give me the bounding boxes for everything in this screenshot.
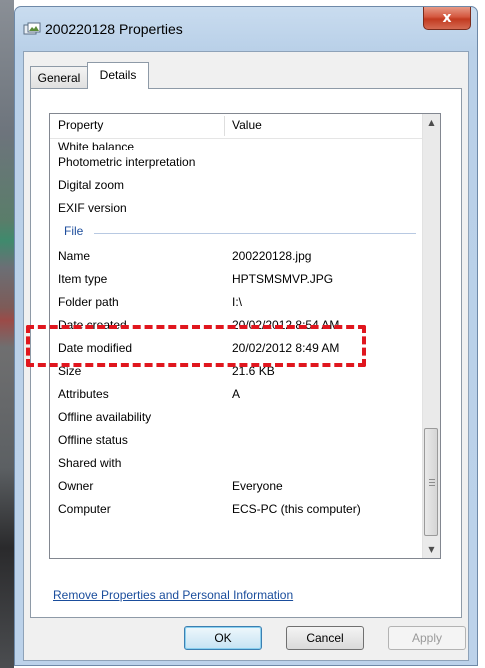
dialog-client: General Details Property Value White bal… [23, 51, 469, 661]
property-name: Size [58, 364, 82, 378]
list-item[interactable]: Offline availability [50, 406, 424, 429]
property-name: Name [58, 249, 91, 263]
details-tab-page: Property Value White balance Photometric… [30, 88, 462, 618]
close-button[interactable]: x [423, 7, 471, 30]
scroll-down-arrow-icon[interactable]: ▼ [423, 541, 440, 558]
list-item[interactable]: Item type HPTSMSMVP.JPG [50, 268, 424, 291]
tab-details[interactable]: Details [87, 62, 149, 89]
header-value[interactable]: Value [232, 118, 262, 132]
property-name: White balance [58, 140, 135, 150]
remove-properties-link[interactable]: Remove Properties and Personal Informati… [53, 588, 293, 602]
property-name: EXIF version [58, 201, 127, 215]
property-name: Item type [58, 272, 108, 286]
property-name: Folder path [58, 295, 119, 309]
group-label: File [64, 224, 84, 238]
close-icon: x [442, 10, 452, 26]
scroll-up-arrow-icon[interactable]: ▲ [423, 114, 440, 131]
window-title: 200220128 Properties [45, 21, 183, 37]
list-item[interactable]: Digital zoom [50, 174, 424, 197]
title-bar[interactable]: 200220128 Properties x [15, 7, 477, 51]
property-value: 200220128.jpg [232, 249, 312, 263]
property-name: Digital zoom [58, 178, 125, 192]
list-item[interactable]: Photometric interpretation [50, 151, 424, 174]
property-name: Date created [58, 318, 127, 332]
list-item[interactable]: Owner Everyone [50, 475, 424, 498]
apply-button[interactable]: Apply [388, 626, 466, 650]
list-item[interactable]: Date created 20/02/2012 8:54 AM [50, 314, 424, 337]
property-value: A [232, 387, 241, 401]
list-item[interactable]: EXIF version [50, 197, 424, 220]
list-item[interactable]: White balance [50, 136, 424, 150]
list-item[interactable]: Offline status [50, 429, 424, 452]
property-value: HPTSMSMVP.JPG [232, 272, 334, 286]
property-name: Shared with [58, 456, 122, 470]
properties-window: 200220128 Properties x General Details P… [14, 6, 478, 666]
list-item[interactable]: Name 200220128.jpg [50, 245, 424, 268]
property-value: I:\ [232, 295, 243, 309]
list-item[interactable]: Folder path I:\ [50, 291, 424, 314]
scrollbar-thumb[interactable] [424, 428, 438, 536]
cancel-button[interactable]: Cancel [286, 626, 364, 650]
property-name: Offline status [58, 433, 128, 447]
list-item[interactable]: Computer ECS-PC (this computer) [50, 498, 424, 521]
property-name: Owner [58, 479, 94, 493]
grip-line [429, 485, 435, 486]
grip-line [429, 479, 435, 480]
tab-details-label: Details [99, 68, 137, 82]
property-value: ECS-PC (this computer) [232, 502, 361, 516]
property-name: Photometric interpretation [58, 155, 196, 169]
list-item[interactable]: Shared with [50, 452, 424, 475]
ok-button[interactable]: OK [184, 626, 262, 650]
group-header-file[interactable]: File [50, 221, 424, 243]
property-name: Offline availability [58, 410, 152, 424]
property-name: Computer [58, 502, 111, 516]
list-item[interactable]: Attributes A [50, 383, 424, 406]
header-separator[interactable] [224, 116, 225, 136]
property-value: 21.6 KB [232, 364, 275, 378]
group-divider [94, 233, 416, 234]
property-name: Date modified [58, 341, 133, 355]
property-value: 20/02/2012 8:54 AM [232, 318, 340, 332]
image-file-icon [23, 22, 41, 35]
header-property[interactable]: Property [58, 118, 103, 132]
background-strip [0, 0, 14, 668]
tab-general-label: General [37, 71, 81, 85]
grip-line [429, 482, 435, 483]
list-item[interactable]: Date modified 20/02/2012 8:49 AM [50, 337, 424, 360]
property-value: 20/02/2012 8:49 AM [232, 341, 340, 355]
list-item[interactable]: Size 21.6 KB [50, 360, 424, 383]
vertical-scrollbar[interactable]: ▲ ▼ [422, 114, 440, 558]
tab-general[interactable]: General [30, 66, 88, 88]
property-value: Everyone [232, 479, 283, 493]
property-list[interactable]: Property Value White balance Photometric… [49, 113, 441, 559]
property-name: Attributes [58, 387, 109, 401]
